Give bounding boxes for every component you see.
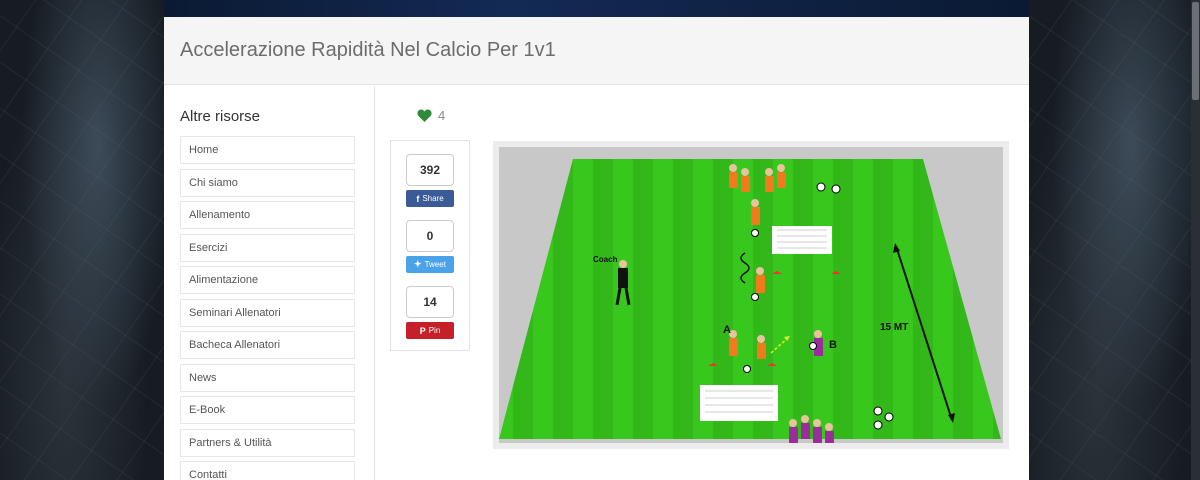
goal-top [772, 226, 832, 254]
twitter-share-label: Tweet [424, 260, 446, 269]
player-b-label: B [829, 339, 837, 351]
sidebar-menu: Home Chi siamo Allenamento Esercizi Alim… [180, 136, 355, 480]
sidebar-heading: Altre risorse [180, 108, 261, 125]
sidebar-item-news[interactable]: News [180, 363, 355, 392]
page-title: Accelerazione Rapidità Nel Calcio Per 1v… [180, 39, 556, 61]
twitter-share-count: 0 [406, 220, 454, 252]
twitter-share-group: 0 ✦ Tweet [406, 220, 454, 273]
sidebar-item-esercizi[interactable]: Esercizi [180, 233, 355, 262]
pinterest-share-button[interactable]: P Pin [406, 322, 454, 339]
header-banner-strip [164, 0, 1029, 17]
sidebar-item-home[interactable]: Home [180, 136, 355, 164]
pinterest-share-label: Pin [428, 326, 441, 335]
title-bar: Accelerazione Rapidità Nel Calcio Per 1v… [164, 17, 1029, 85]
content-container: Accelerazione Rapidità Nel Calcio Per 1v… [164, 17, 1029, 480]
goal-bottom [700, 385, 778, 421]
drill-diagram: Coach A B 15 MT [493, 141, 1009, 449]
sidebar-item-alimentazione[interactable]: Alimentazione [180, 266, 355, 294]
twitter-icon: ✦ [414, 259, 422, 269]
like-widget[interactable]: 4 [417, 108, 445, 123]
facebook-share-label: Share [422, 194, 444, 203]
facebook-share-group: 392 f Share [406, 154, 454, 207]
pinterest-icon: P [419, 325, 426, 336]
sidebar-item-seminari-allenatori[interactable]: Seminari Allenatori [180, 298, 355, 327]
player-a-label: A [723, 324, 731, 336]
facebook-share-count: 392 [406, 154, 454, 186]
sidebar-item-e-book[interactable]: E-Book [180, 396, 355, 424]
facebook-share-button[interactable]: f Share [406, 190, 454, 207]
scrollbar-thumb[interactable] [1192, 2, 1199, 100]
like-count: 4 [438, 108, 446, 123]
facebook-icon: f [416, 193, 420, 204]
sidebar: Altre risorse Home Chi siamo Allenamento… [164, 86, 375, 480]
pinterest-share-group: 14 P Pin [406, 286, 454, 339]
sidebar-item-bacheca-allenatori[interactable]: Bacheca Allenatori [180, 331, 355, 359]
sidebar-item-partners[interactable]: Partners & Utilità [180, 428, 355, 457]
share-widget: 392 f Share 0 ✦ Tweet 14 P Pin [390, 140, 470, 351]
background-stadium-left [0, 0, 164, 480]
sidebar-item-chi-siamo[interactable]: Chi siamo [180, 168, 355, 197]
background-stadium-right [1029, 0, 1200, 480]
sidebar-item-allenamento[interactable]: Allenamento [180, 201, 355, 229]
distance-label: 15 MT [880, 322, 908, 333]
pinterest-share-count: 14 [406, 286, 454, 318]
twitter-share-button[interactable]: ✦ Tweet [406, 256, 454, 273]
coach-label: Coach [593, 255, 618, 264]
sidebar-item-contatti[interactable]: Contatti [180, 461, 355, 480]
heart-icon[interactable] [417, 109, 432, 122]
